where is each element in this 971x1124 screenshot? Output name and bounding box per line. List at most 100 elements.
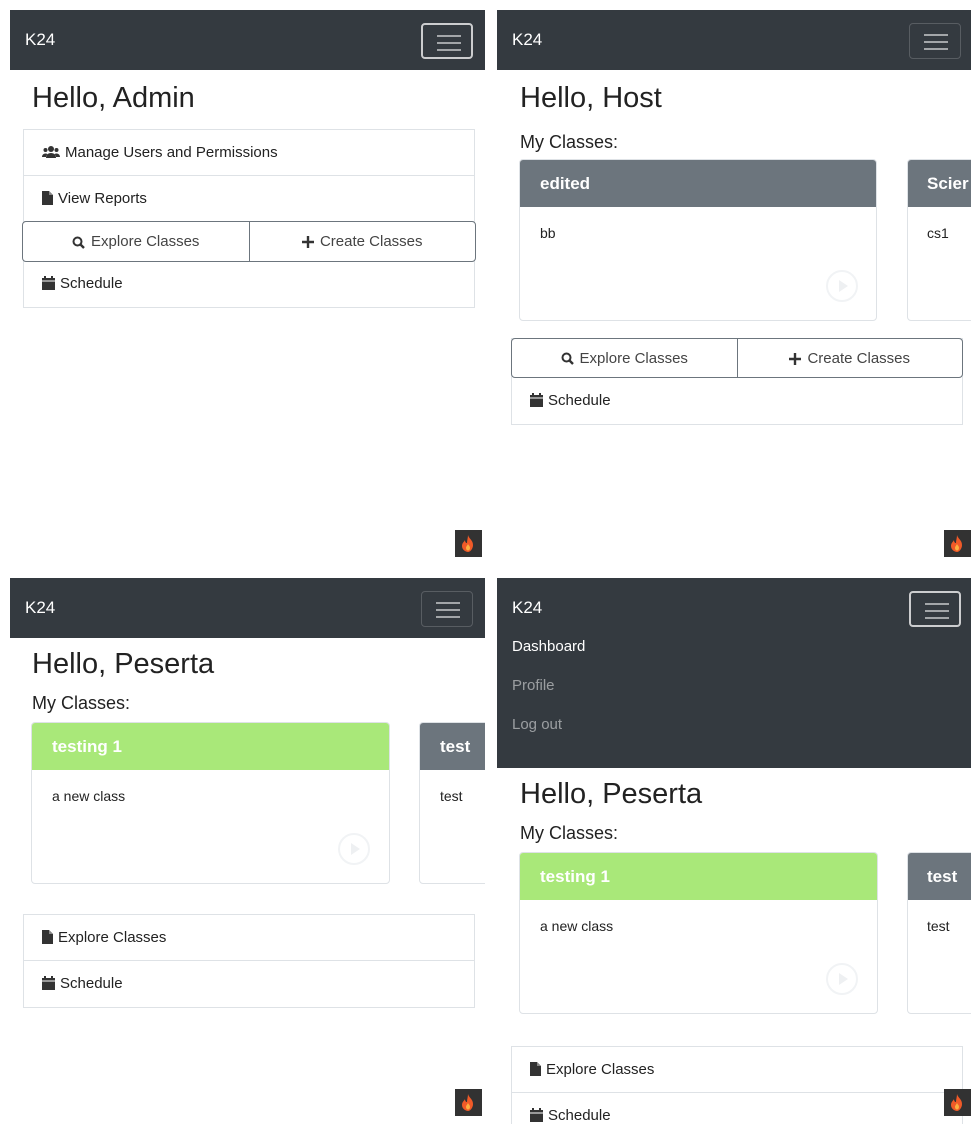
explore-classes-button[interactable]: Explore Classes [23,222,249,261]
explore-classes-label: Explore Classes [579,349,688,367]
manage-users-item[interactable]: Manage Users and Permissions [24,130,474,176]
fire-badge[interactable] [455,1089,482,1116]
fire-badge[interactable] [944,1089,971,1116]
class-actions-group: Explore Classes Create Classes [511,338,963,378]
page-title: Hello, Peserta [520,778,703,810]
fire-badge[interactable] [944,530,971,557]
play-circle-icon[interactable] [826,270,858,302]
hamburger-icon [924,34,948,50]
class-actions-group: Explore Classes Create Classes [22,221,476,262]
fire-icon [951,1094,962,1111]
explore-classes-label: Explore Classes [58,929,167,946]
host-menu-list: Explore Classes Create Classes Schedule [511,338,963,425]
explore-classes-button[interactable]: Explore Classes [512,339,737,377]
create-classes-label: Create Classes [319,233,423,250]
calendar-icon [530,1108,543,1122]
search-icon [561,352,574,365]
navbar-toggler-button[interactable] [909,591,961,627]
file-icon [42,191,53,205]
explore-classes-item[interactable]: Explore Classes [24,915,474,961]
class-card-title: testing 1 [32,723,389,770]
users-icon [42,146,60,158]
admin-dashboard-panel: K24 Hello, Admin Manage Users and Permis… [0,0,485,562]
page-title: Hello, Peserta [32,648,215,680]
class-card-description: cs1 [927,225,949,241]
file-icon [42,930,53,944]
admin-menu-list: Manage Users and Permissions View Report… [22,129,476,308]
create-classes-label: Create Classes [807,349,911,367]
class-card-description: test [440,788,463,804]
peserta-menu-open-panel: K24 Dashboard Profile Log out Hello, Pes… [497,573,971,1124]
class-card-description: a new class [52,788,126,804]
schedule-label: Schedule [60,975,123,992]
hamburger-icon [925,603,949,619]
navbar: K24 [10,10,485,70]
class-card-title: edited [520,160,876,207]
peserta-menu-list: Explore Classes Schedule [511,1046,963,1124]
class-card-title: testing 1 [520,853,877,900]
navbar: K24 [497,10,971,70]
manage-users-label: Manage Users and Permissions [65,144,278,161]
calendar-icon [530,393,543,407]
schedule-item[interactable]: Schedule [24,961,474,1007]
explore-classes-item[interactable]: Explore Classes [512,1047,962,1093]
brand-logo[interactable]: K24 [512,30,542,50]
navbar-toggler-button[interactable] [421,591,473,627]
class-card[interactable]: edited bb [519,159,877,321]
schedule-label: Schedule [60,275,123,292]
search-icon [72,236,85,249]
play-circle-icon[interactable] [338,833,370,865]
nav-link-dashboard[interactable]: Dashboard [512,638,585,655]
class-card[interactable]: test test [907,852,971,1014]
peserta-dashboard-panel: K24 Hello, Peserta My Classes: testing 1… [0,573,485,1124]
brand-logo[interactable]: K24 [512,598,542,618]
explore-classes-label: Explore Classes [546,1061,655,1078]
schedule-label: Schedule [548,392,611,409]
schedule-item[interactable]: Schedule [512,1093,962,1124]
navbar-toggler-button[interactable] [909,23,961,59]
my-classes-heading: My Classes: [520,132,619,152]
class-card[interactable]: testing 1 a new class [31,722,390,884]
fire-icon [462,1094,473,1111]
navbar-expanded: K24 Dashboard Profile Log out [497,578,971,768]
page-title: Hello, Host [520,82,662,114]
navbar-toggler-button[interactable] [421,23,473,59]
fire-icon [462,535,473,552]
explore-classes-label: Explore Classes [91,233,200,250]
nav-link-profile[interactable]: Profile [512,677,585,694]
calendar-icon [42,976,55,990]
fire-icon [951,535,962,552]
page-title: Hello, Admin [32,82,195,114]
class-card-title: test [420,723,485,770]
class-card-title: test [908,853,971,900]
hamburger-icon [437,35,461,51]
class-card[interactable]: testing 1 a new class [519,852,878,1014]
brand-logo[interactable]: K24 [25,30,55,50]
class-card-title: Scier [908,160,971,207]
fire-badge[interactable] [455,530,482,557]
file-icon [530,1062,541,1076]
schedule-label: Schedule [548,1107,611,1124]
navbar: K24 [10,578,485,638]
class-card-description: a new class [540,918,614,934]
plus-icon [789,352,802,365]
create-classes-button[interactable]: Create Classes [736,339,963,377]
schedule-item[interactable]: Schedule [24,261,474,307]
calendar-icon [42,276,55,290]
nav-menu: Dashboard Profile Log out [512,638,585,755]
nav-link-logout[interactable]: Log out [512,716,585,733]
view-reports-label: View Reports [58,190,147,207]
plus-icon [301,236,314,248]
class-card-description: bb [540,225,556,241]
schedule-item[interactable]: Schedule [512,378,962,424]
class-card[interactable]: test test [419,722,485,884]
hamburger-icon [436,602,460,618]
brand-logo[interactable]: K24 [25,598,55,618]
my-classes-heading: My Classes: [32,693,131,713]
peserta-menu-list: Explore Classes Schedule [23,914,475,1008]
play-circle-icon[interactable] [826,963,858,995]
class-card[interactable]: Scier cs1 [907,159,971,321]
my-classes-heading: My Classes: [520,823,619,843]
create-classes-button[interactable]: Create Classes [248,222,476,261]
view-reports-item[interactable]: View Reports [24,176,474,222]
